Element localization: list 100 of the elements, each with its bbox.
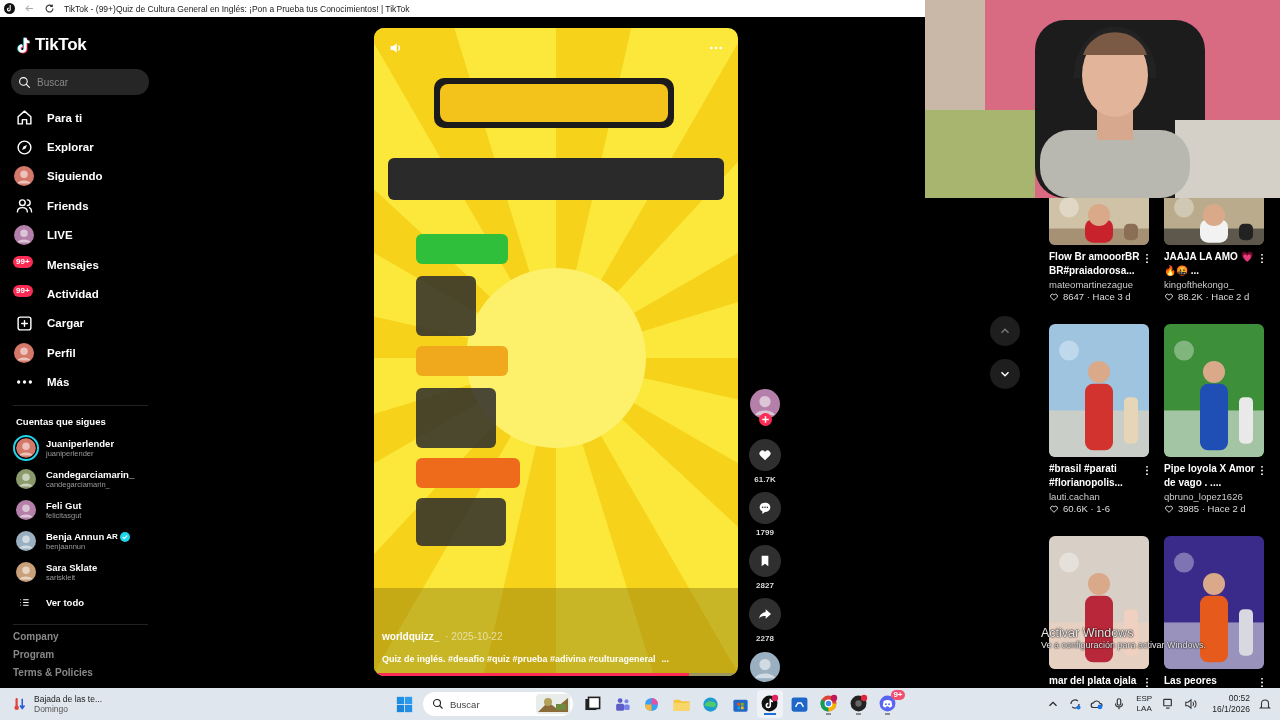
- author-name[interactable]: mateomartinezague: [1049, 278, 1149, 291]
- video-caption: Quiz de inglés. #desafio #quiz #prueba #adivina #culturageneral: [382, 654, 656, 664]
- nav-item[interactable]: Siguiendo: [11, 161, 160, 192]
- compass-icon: [15, 138, 33, 156]
- more-icon[interactable]: [1260, 253, 1264, 264]
- avatar: [14, 342, 34, 363]
- nav-item[interactable]: Para ti: [11, 103, 160, 133]
- friends-icon: [15, 197, 33, 215]
- cloud-icon[interactable]: [1090, 697, 1105, 711]
- windows-start-icon[interactable]: [396, 695, 413, 713]
- video-stats: 3985 · Hace 2 d: [1178, 503, 1246, 515]
- account-name[interactable]: Sara Sklate: [46, 562, 98, 574]
- share-button[interactable]: [749, 598, 781, 630]
- heart-icon: [757, 447, 773, 463]
- heart-icon: [1164, 504, 1174, 514]
- nav-item[interactable]: Explorar: [11, 132, 160, 162]
- footer-link[interactable]: Company: [13, 630, 160, 643]
- search-icon: [18, 75, 31, 89]
- video-title[interactable]: Flow Br amooorBR BR#praiadorosa...: [1049, 250, 1141, 278]
- more-icon[interactable]: [1145, 253, 1149, 264]
- video-title[interactable]: Pipe loyola X Amor de vago . ....: [1164, 462, 1256, 490]
- upload-icon: [15, 314, 33, 332]
- heart-icon: [1049, 292, 1059, 302]
- language-indicator[interactable]: ESP LAA: [1136, 694, 1153, 714]
- avatar: [750, 652, 780, 682]
- plus-icon[interactable]: [759, 413, 772, 426]
- search-field[interactable]: Buscar: [11, 69, 149, 95]
- weather-title[interactable]: Bajada de las te...: [34, 694, 103, 704]
- notification-icon[interactable]: [1258, 697, 1272, 711]
- keyboard-layout: LAA: [1136, 704, 1152, 714]
- list-icon: [19, 597, 30, 609]
- weather-day: Domingo: [34, 704, 103, 714]
- nav-item[interactable]: Más: [11, 367, 160, 397]
- comment-icon: [757, 500, 773, 516]
- more-icon[interactable]: [1260, 465, 1264, 476]
- thermometer-icon: [14, 696, 26, 712]
- see-all-link[interactable]: Ver todo: [11, 589, 160, 616]
- count-label: 61.7K: [754, 475, 776, 484]
- like-button[interactable]: [749, 439, 781, 471]
- window-title: TikTok - (99+)Quiz de Cultura General en Inglés: ¡Pon a Prueba tus Conocimientos! | TikTok: [64, 3, 410, 14]
- next-button[interactable]: [990, 359, 1020, 389]
- count-label: 2278: [756, 634, 774, 643]
- chrome-icon: [819, 693, 839, 713]
- save-button[interactable]: [749, 545, 781, 577]
- footer-link[interactable]: Terms & Policies: [13, 666, 160, 679]
- nav-item[interactable]: LIVE: [11, 220, 160, 250]
- tiktok-icon: [760, 693, 780, 713]
- nav-item[interactable]: Perfil: [11, 338, 160, 368]
- author-name[interactable]: lauti.cachan: [1049, 490, 1149, 503]
- clock-date: 16/1/2026: [1212, 704, 1250, 715]
- footer-link[interactable]: Program: [13, 648, 160, 661]
- count-label: 1799: [756, 528, 774, 537]
- post-date: · 2025-10-22: [445, 631, 503, 642]
- more-icon[interactable]: [1145, 677, 1149, 688]
- video-title[interactable]: #brasil #parati #florianopolis...: [1049, 462, 1141, 490]
- volume-icon[interactable]: [1184, 697, 1199, 711]
- video-stats: 8647 · Hace 3 d: [1063, 291, 1131, 303]
- account-name[interactable]: Feli Gut: [46, 500, 82, 512]
- video-title[interactable]: Las peores: [1164, 674, 1256, 688]
- nav-item[interactable]: Cargar: [11, 308, 160, 339]
- count-badge: 9+: [891, 690, 905, 700]
- edge-icon: [701, 694, 721, 714]
- more-icon: [16, 380, 32, 385]
- video-title[interactable]: JAAJA LA AMO 💗 🔥🤬 ...: [1164, 250, 1256, 278]
- record-icon: [848, 693, 868, 713]
- more-icon[interactable]: [1145, 465, 1149, 476]
- logo-text[interactable]: TikTok: [35, 35, 87, 55]
- account-name[interactable]: Candegarciamarin_: [46, 469, 135, 481]
- clock-time: 00:52: [1228, 693, 1250, 704]
- author-name[interactable]: qbruno_lopez1626: [1164, 490, 1264, 503]
- sync-icon[interactable]: [1068, 697, 1083, 711]
- language-code: ESP: [1136, 694, 1153, 704]
- author-name[interactable]: kingofthekongo_: [1164, 278, 1264, 291]
- count-badge: 99+: [13, 255, 33, 268]
- reload-icon[interactable]: [44, 3, 55, 14]
- tiktok-logo-icon: [16, 35, 33, 55]
- account-name[interactable]: Juaniperlender: [46, 438, 115, 450]
- video-stats: 60.6K · 1-6: [1063, 503, 1110, 515]
- nav-item[interactable]: Friends: [11, 191, 160, 221]
- clock[interactable]: 00:52 16/1/2026: [1212, 693, 1250, 715]
- nav-item[interactable]: 99+ Mensajes: [11, 249, 160, 280]
- video-title[interactable]: mar del plata ojala: [1049, 674, 1141, 688]
- video-stats: 88.2K · Hace 2 d: [1178, 291, 1250, 303]
- more-icon[interactable]: [1260, 677, 1264, 688]
- tiktok-icon: [4, 3, 15, 14]
- heart-icon: [1049, 504, 1059, 514]
- flag-code: AR: [106, 532, 118, 542]
- section-title: Cuentas que sigues: [16, 415, 107, 427]
- taskbar-app[interactable]: [757, 690, 783, 718]
- count-label: 2827: [756, 581, 774, 590]
- account-name[interactable]: Benja Annun: [46, 531, 105, 543]
- search-icon: [432, 698, 444, 710]
- comment-button[interactable]: [749, 492, 781, 524]
- avatar: [14, 225, 34, 246]
- avatar: [750, 389, 780, 419]
- home-icon: [15, 109, 33, 127]
- nav-item[interactable]: 99+ Actividad: [11, 279, 160, 309]
- avatar: [14, 166, 34, 187]
- count-badge: 99+: [13, 285, 33, 298]
- heart-icon: [1164, 292, 1174, 302]
